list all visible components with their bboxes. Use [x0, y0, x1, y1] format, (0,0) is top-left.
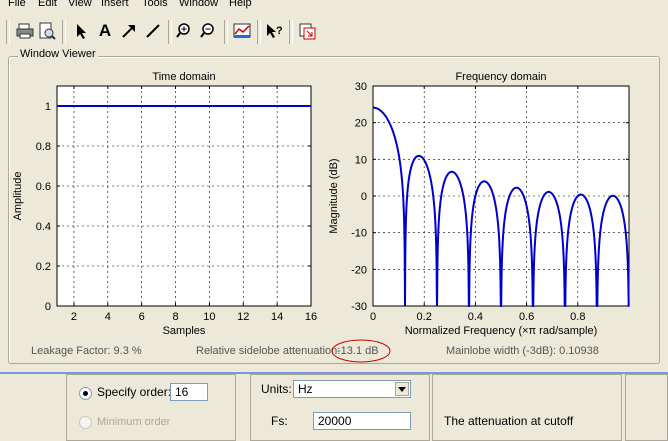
- time-xtick-label: 16: [305, 311, 317, 323]
- magnitude-specs-panel: The attenuation at cutoff: [432, 374, 622, 441]
- edit-plot-icon[interactable]: [231, 20, 253, 42]
- time-ytick-label: 0.4: [36, 221, 51, 233]
- select-arrow-icon[interactable]: [70, 20, 92, 42]
- freq-ylabel: Magnitude (dB): [328, 158, 340, 233]
- time-xtick-label: 6: [139, 311, 145, 323]
- freq-ytick-label: -10: [351, 228, 367, 240]
- time-xtick-label: 12: [237, 311, 249, 323]
- freq-ytick-label: 0: [361, 191, 367, 203]
- window-viewer-panel: Window Viewer 2 4 6 8 10 12 14 16 0 0.2 0.4 0.6 0.8 1…: [0, 48, 668, 370]
- units-select-value: Hz: [298, 382, 313, 396]
- freq-xtick-label: 0.6: [519, 311, 534, 323]
- time-xtick-label: 10: [203, 311, 215, 323]
- left-strip: [0, 374, 62, 441]
- time-xtick-label: 14: [271, 311, 283, 323]
- toolbar-separator: [224, 20, 228, 44]
- menu-file[interactable]: File: [8, 0, 26, 9]
- menu-window[interactable]: Window: [179, 0, 218, 9]
- menu-help[interactable]: Help: [229, 0, 252, 9]
- toolbar-separator: [168, 20, 172, 44]
- freq-ytick-label: -30: [351, 301, 367, 313]
- filter-order-panel: Specify order: 16 Minimum order: [66, 374, 236, 441]
- attenuation-info-text: The attenuation at cutoff: [444, 414, 574, 428]
- freq-ytick-label: 10: [355, 154, 367, 166]
- time-ytick-label: 0.8: [36, 141, 51, 153]
- time-xtick-label: 8: [172, 311, 178, 323]
- units-label: Units:: [261, 382, 292, 396]
- time-xlabel: Samples: [163, 325, 206, 337]
- toolbar-separator: [257, 20, 261, 44]
- frequency-specs-panel: Units: Hz Fs: 20000: [250, 374, 430, 441]
- freq-xtick-label: 0.8: [570, 311, 585, 323]
- specify-order-label: Specify order:: [97, 385, 172, 399]
- red-highlight-circle: [331, 339, 391, 363]
- insert-line-icon[interactable]: [142, 20, 164, 42]
- chevron-down-icon[interactable]: [395, 382, 409, 396]
- time-ylabel: Amplitude: [12, 172, 24, 221]
- menu-edit[interactable]: Edit: [38, 0, 57, 9]
- time-ytick-label: 0: [45, 301, 51, 313]
- insert-text-icon[interactable]: A: [94, 20, 116, 42]
- units-select[interactable]: Hz: [293, 380, 411, 398]
- mainlobe-width-text: Mainlobe width (-3dB): 0.10938: [446, 345, 599, 357]
- toolbar-separator: [289, 20, 293, 44]
- freq-xtick-label: 0.4: [468, 311, 483, 323]
- menu-view[interactable]: View: [68, 0, 92, 9]
- specify-order-radio[interactable]: [79, 387, 92, 400]
- time-xtick-label: 4: [105, 311, 111, 323]
- plots-canvas: 2 4 6 8 10 12 14 16 0 0.2 0.4 0.6 0.8 1 Time domain Sam…: [12, 71, 630, 337]
- print-icon[interactable]: [14, 20, 36, 42]
- time-ytick-label: 0.2: [36, 261, 51, 273]
- fs-label: Fs:: [271, 414, 288, 428]
- freq-xtick-label: 0.2: [417, 311, 432, 323]
- fs-input[interactable]: 20000: [313, 412, 411, 430]
- zoom-in-icon[interactable]: [174, 20, 196, 42]
- order-input[interactable]: 16: [170, 383, 208, 401]
- zoom-out-icon[interactable]: [198, 20, 220, 42]
- menu-tools[interactable]: Tools: [142, 0, 168, 9]
- toolbar-grip: [6, 20, 10, 44]
- toolbar-separator: [62, 20, 66, 44]
- design-panel: Specify order: 16 Minimum order Units: H…: [0, 372, 668, 441]
- sidelobe-attenuation-label: Relative sidelobe attenuation:: [196, 345, 341, 357]
- freq-title: Frequency domain: [455, 71, 546, 83]
- freq-xtick-label: 0: [370, 311, 376, 323]
- minimum-order-label: Minimum order: [97, 416, 171, 428]
- freq-ytick-label: -20: [351, 264, 367, 276]
- whats-this-icon[interactable]: ?: [263, 20, 285, 42]
- toolbar: A ?: [0, 12, 668, 49]
- freq-xlabel: Normalized Frequency (×π rad/sample): [405, 325, 598, 337]
- right-strip: [625, 374, 668, 441]
- time-title: Time domain: [152, 71, 215, 83]
- svg-text:?: ?: [276, 25, 283, 37]
- freq-ytick-label: 30: [355, 81, 367, 93]
- time-plot-area: [57, 86, 311, 306]
- menu-bar: File Edit View Insert Tools Window Help: [0, 0, 668, 12]
- time-ytick-label: 1: [45, 101, 51, 113]
- menu-insert[interactable]: Insert: [101, 0, 129, 9]
- minimum-order-radio[interactable]: [79, 416, 92, 429]
- freq-ytick-label: 20: [355, 118, 367, 130]
- time-xtick-label: 2: [71, 311, 77, 323]
- print-preview-icon[interactable]: [36, 20, 58, 42]
- insert-arrow-icon[interactable]: [118, 20, 140, 42]
- time-ytick-label: 0.6: [36, 181, 51, 193]
- leakage-factor-text: Leakage Factor: 9.3 %: [31, 345, 142, 357]
- export-icon[interactable]: [296, 20, 318, 42]
